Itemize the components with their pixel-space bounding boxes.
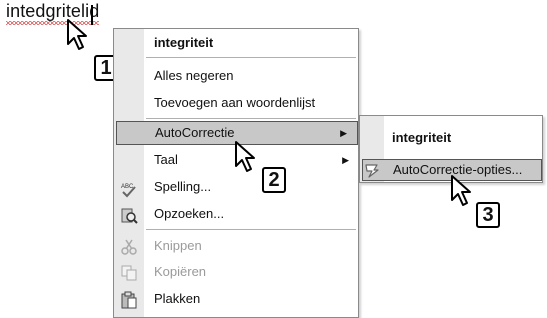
menu-item-copy: Kopiëren bbox=[154, 264, 207, 279]
menu-separator bbox=[146, 229, 356, 230]
menu-item-paste[interactable]: Plakken bbox=[144, 287, 359, 311]
menu-item-lookup[interactable]: Opzoeken... bbox=[144, 202, 359, 226]
menu-separator bbox=[146, 118, 356, 119]
scissors-icon bbox=[121, 239, 137, 255]
menu-item-spelling[interactable]: Spelling... bbox=[144, 175, 359, 199]
submenu-item-suggestion[interactable]: integriteit bbox=[384, 126, 542, 150]
triangle-right-icon: ▶ bbox=[340, 128, 347, 138]
autocorrect-lightning-icon bbox=[365, 164, 379, 178]
menu-separator bbox=[146, 57, 356, 58]
autocorrect-submenu: integriteit AutoCorrectie-opties... bbox=[359, 115, 543, 183]
arrow-cursor-icon bbox=[67, 19, 87, 50]
menu-item-add-to-dictionary[interactable]: Toevoegen aan woordenlijst bbox=[144, 91, 359, 115]
triangle-right-icon: ▶ bbox=[342, 155, 349, 165]
step-callout-3: 3 bbox=[476, 202, 500, 228]
menu-item-cut: Knippen bbox=[154, 238, 202, 253]
menu-item-suggestion[interactable]: integriteit bbox=[144, 31, 359, 55]
research-icon bbox=[121, 208, 138, 224]
arrow-cursor-icon bbox=[235, 141, 255, 172]
arrow-cursor-icon bbox=[451, 175, 471, 206]
step-callout-2: 2 bbox=[262, 167, 286, 193]
clipboard-icon bbox=[121, 291, 137, 309]
copy-icon bbox=[121, 265, 137, 281]
spelling-check-icon: ABC bbox=[121, 184, 136, 198]
menu-item-ignore-all[interactable]: Alles negeren bbox=[144, 64, 359, 88]
